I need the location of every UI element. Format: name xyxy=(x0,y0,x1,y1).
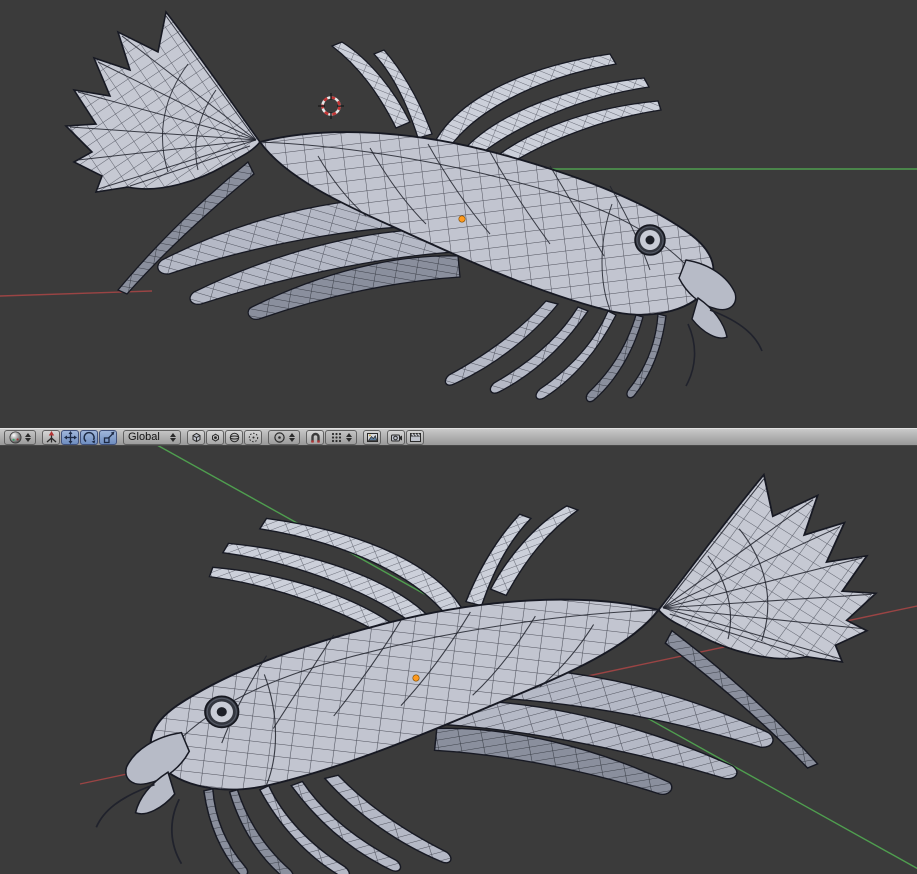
chevron-updown-icon xyxy=(170,432,176,442)
pivot-group xyxy=(187,429,262,445)
fish-model[interactable] xyxy=(95,473,877,874)
pivot-bounding-box-button[interactable] xyxy=(187,429,205,445)
opengl-render-camera-button[interactable] xyxy=(387,429,405,445)
blender-window: Global xyxy=(0,0,917,874)
viewport-shading-dropdown[interactable] xyxy=(4,429,36,445)
manipulator-axis-icon xyxy=(46,430,56,442)
image-icon xyxy=(366,432,378,442)
proportional-edit-dropdown[interactable] xyxy=(268,429,300,445)
viewport-top[interactable] xyxy=(0,0,917,428)
clapperboard-icon xyxy=(409,432,421,442)
camera-icon xyxy=(390,434,402,441)
snap-grid-icon xyxy=(331,432,342,442)
render-preview-button[interactable] xyxy=(363,429,381,445)
rotate-icon xyxy=(82,431,95,443)
shaded-sphere-icon xyxy=(9,431,22,443)
viewport-bottom-canvas[interactable] xyxy=(0,446,917,874)
proportional-circle-icon xyxy=(274,431,285,443)
3d-cursor xyxy=(318,93,344,119)
manipulator-group xyxy=(42,429,117,445)
snap-group xyxy=(306,429,357,445)
object-origin-dot xyxy=(412,674,420,682)
fish-model[interactable] xyxy=(65,11,763,403)
chevron-updown-icon xyxy=(289,432,295,442)
cube-icon xyxy=(192,432,200,442)
snap-element-dropdown[interactable] xyxy=(325,429,357,445)
pivot-individual-centers-button[interactable] xyxy=(244,429,262,445)
manipulator-toggle-button[interactable] xyxy=(42,429,60,445)
object-origin-dot xyxy=(458,215,466,223)
scale-icon xyxy=(103,431,114,443)
manipulator-rotate-button[interactable] xyxy=(80,429,98,445)
viewport-bottom[interactable] xyxy=(0,446,917,874)
chevron-updown-icon xyxy=(25,432,31,442)
translate-icon xyxy=(63,430,77,444)
cube-dot-icon xyxy=(211,433,219,442)
orientation-dropdown[interactable]: Global xyxy=(123,429,181,445)
chevron-updown-icon xyxy=(346,432,352,442)
orientation-value: Global xyxy=(128,430,160,443)
manipulator-scale-button[interactable] xyxy=(99,429,117,445)
viewport-top-canvas[interactable] xyxy=(0,0,917,428)
pivot-median-point-button[interactable] xyxy=(206,429,224,445)
manipulator-translate-button[interactable] xyxy=(61,429,79,445)
magnet-icon xyxy=(310,432,320,443)
dotted-sphere-icon xyxy=(248,432,258,442)
pivot-sphere-button[interactable] xyxy=(225,429,243,445)
snap-toggle-button[interactable] xyxy=(306,429,324,445)
sphere-icon xyxy=(229,432,239,442)
opengl-render-group xyxy=(387,429,424,445)
viewport-header: Global xyxy=(0,428,917,446)
opengl-render-anim-button[interactable] xyxy=(406,429,424,445)
